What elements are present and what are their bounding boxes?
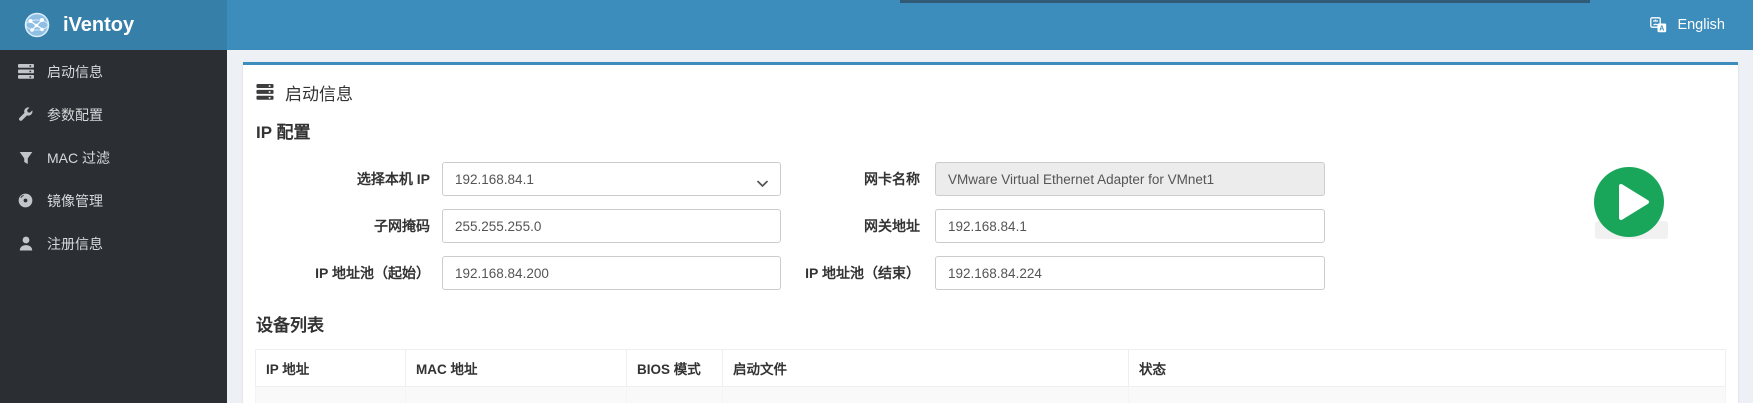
card-header: 启动信息 [255, 75, 1726, 105]
brand-title: iVentoy [63, 13, 135, 36]
host-ip-label: 选择本机 IP [356, 171, 430, 187]
gateway-field[interactable] [935, 209, 1325, 243]
svg-text:A: A [1660, 25, 1665, 32]
table-row-empty [255, 386, 1726, 403]
card-title: 启动信息 [285, 84, 353, 104]
nic-name-label: 网卡名称 [864, 171, 920, 187]
brand[interactable]: iVentoy [0, 0, 227, 50]
chevron-down-icon [757, 176, 768, 191]
server-icon [256, 84, 274, 100]
device-table-header-row: IP 地址 MAC 地址 BIOS 模式 启动文件 状态 [255, 349, 1726, 387]
sidebar-item-image-mgmt[interactable]: 镜像管理 [0, 179, 227, 222]
sidebar-item-mac-filter[interactable]: MAC 过滤 [0, 136, 227, 179]
sidebar-item-register-info[interactable]: 注册信息 [0, 222, 227, 265]
device-list-heading: 设备列表 [256, 316, 324, 335]
disc-icon [17, 193, 34, 208]
form-row: 选择本机 IP 192.168.84.1 网卡名称 [255, 162, 1726, 196]
col-status: 状态 [1128, 349, 1726, 387]
ip-pool-end-field[interactable] [935, 256, 1325, 290]
wrench-icon [17, 107, 34, 122]
ip-config-form: 选择本机 IP 192.168.84.1 网卡名称 子网掩码 网关地址 [255, 162, 1726, 290]
language-label: English [1677, 17, 1725, 33]
nic-name-field [935, 162, 1325, 196]
col-boot-file: 启动文件 [722, 349, 1129, 387]
server-icon [17, 64, 34, 79]
sidebar-item-boot-info[interactable]: 启动信息 [0, 50, 227, 93]
iventoy-app: iVentoy A English 启动信息 参数配置 MAC 过滤 镜像管理 … [0, 0, 1753, 403]
col-bios-mode: BIOS 模式 [626, 349, 723, 387]
ip-pool-start-field[interactable] [442, 256, 781, 290]
top-bar: iVentoy A English [0, 0, 1753, 50]
sidebar: 启动信息 参数配置 MAC 过滤 镜像管理 注册信息 [0, 50, 227, 403]
sidebar-item-label: 注册信息 [47, 235, 103, 252]
form-row: 子网掩码 网关地址 [255, 209, 1726, 243]
host-ip-select[interactable]: 192.168.84.1 [442, 162, 781, 196]
gateway-label: 网关地址 [864, 218, 920, 234]
sidebar-item-config[interactable]: 参数配置 [0, 93, 227, 136]
ip-pool-start-label: IP 地址池（起始） [315, 265, 430, 281]
globe-network-icon [24, 12, 50, 38]
sidebar-item-label: 镜像管理 [47, 192, 103, 209]
ip-config-heading: IP 配置 [256, 123, 311, 142]
main-content: 启动信息 IP 配置 选择本机 IP 192.168.84.1 网卡名称 VMw… [227, 50, 1753, 403]
boot-info-card: 启动信息 IP 配置 选择本机 IP 192.168.84.1 网卡名称 VMw… [243, 62, 1738, 403]
form-row: IP 地址池（起始） IP 地址池（结束） [255, 256, 1726, 290]
translate-icon: A [1650, 17, 1667, 33]
filter-icon [17, 151, 34, 165]
sidebar-item-label: 启动信息 [47, 63, 103, 80]
sidebar-item-label: 参数配置 [47, 106, 103, 123]
navbar: A English [227, 0, 1753, 50]
col-mac-address: MAC 地址 [405, 349, 627, 387]
start-boot-service-button[interactable] [1593, 166, 1669, 240]
user-icon [17, 236, 34, 251]
sidebar-item-label: MAC 过滤 [47, 149, 110, 166]
col-ip-address: IP 地址 [255, 349, 406, 387]
subnet-mask-label: 子网掩码 [374, 218, 430, 234]
subnet-mask-field[interactable] [442, 209, 781, 243]
navbar-top-strip [900, 0, 1590, 3]
ip-pool-end-label: IP 地址池（结束） [805, 265, 920, 281]
play-icon [1593, 166, 1665, 241]
host-ip-selected-value: 192.168.84.1 [455, 171, 534, 187]
device-table: IP 地址 MAC 地址 BIOS 模式 启动文件 状态 [255, 349, 1726, 403]
language-switcher[interactable]: A English [1632, 0, 1753, 50]
